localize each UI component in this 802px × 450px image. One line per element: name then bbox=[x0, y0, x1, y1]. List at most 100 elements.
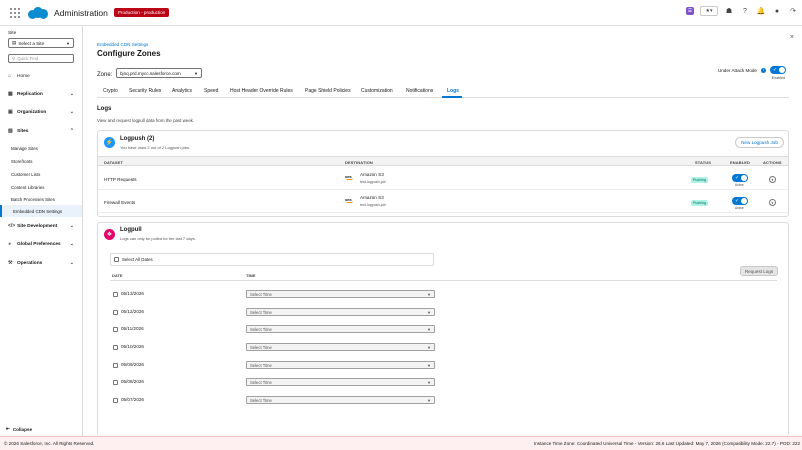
info-icon[interactable]: i bbox=[761, 68, 766, 73]
chevron-down-icon: ⌄ bbox=[69, 223, 74, 229]
notifications-icon[interactable]: 🔔 bbox=[756, 6, 766, 16]
tab-notifications[interactable]: Notifications bbox=[406, 88, 433, 94]
sidebar-item-batch-processes-sites[interactable]: Batch Processes Sites bbox=[0, 193, 82, 205]
logout-icon[interactable]: ↷ bbox=[788, 6, 798, 16]
row-actions-button[interactable]: ▼ bbox=[769, 176, 776, 183]
time-select[interactable]: Select Time ▼ bbox=[246, 308, 435, 316]
tab-host-header-override-rules[interactable]: Host Header Override Rules bbox=[230, 88, 293, 94]
collapse-icon: ⇤ bbox=[6, 426, 10, 431]
help-icon[interactable]: ? bbox=[740, 6, 750, 16]
tab-logs[interactable]: Logs bbox=[447, 88, 459, 94]
time-select[interactable]: Select Time ▼ bbox=[246, 378, 435, 386]
environment-badge: Production - production bbox=[113, 8, 170, 17]
enabled-toggle[interactable]: ✓ bbox=[732, 197, 748, 205]
date-checkbox[interactable] bbox=[113, 398, 118, 403]
column-header-actions: ACTIONS bbox=[763, 160, 782, 165]
trailhead-icon[interactable]: ☗ bbox=[724, 6, 734, 16]
sidebar-item-label: Embedded CDN Settings bbox=[13, 208, 63, 214]
date-checkbox[interactable] bbox=[113, 380, 118, 385]
app-name: Administration bbox=[54, 7, 108, 18]
enabled-label: Active bbox=[735, 206, 744, 210]
site-select[interactable]: ▤ Select a Site ▼ bbox=[8, 38, 74, 48]
sidebar-item-operations[interactable]: ⚒ Operations ⌄ bbox=[0, 257, 82, 269]
under-attack-mode-label: Under Attack Mode bbox=[717, 68, 757, 73]
row-actions-button[interactable]: ▼ bbox=[769, 199, 776, 206]
enabled-toggle[interactable]: ✓ bbox=[732, 174, 748, 182]
favorites-icon[interactable]: ★▾ bbox=[700, 6, 718, 16]
salesforce-cloud-logo bbox=[28, 6, 48, 20]
sidebar-item-label: Sites bbox=[17, 128, 29, 134]
table-row: Firewall Events aws Amazon S3 test-logpu… bbox=[98, 191, 788, 213]
zone-select[interactable]: bjnq.prd.mycc.salesforce.com ▼ bbox=[116, 68, 202, 78]
new-logpush-job-button[interactable]: New Logpush Job bbox=[735, 137, 784, 148]
date-checkbox[interactable] bbox=[113, 327, 118, 332]
request-logs-button[interactable]: Request Logs bbox=[740, 266, 778, 276]
sidebar-item-sites[interactable]: ▧ Sites ⌃ bbox=[0, 125, 82, 137]
date-checkbox[interactable] bbox=[113, 310, 118, 315]
logpull-title: Logpull bbox=[120, 227, 142, 233]
tab-crypto[interactable]: Crypto bbox=[103, 88, 118, 94]
tab-page-shield-policies[interactable]: Page Shield Policies bbox=[305, 88, 351, 94]
under-attack-mode-status: Enabled bbox=[771, 76, 785, 80]
time-select[interactable]: Select Time ▼ bbox=[246, 361, 435, 369]
logpush-card: ⚡ Logpush (2) You have used 2 out of 2 L… bbox=[97, 130, 789, 217]
chevron-down-icon: ⌄ bbox=[69, 109, 74, 115]
sidebar-item-label: Manage Sites bbox=[11, 145, 38, 151]
chevron-down-icon: ▼ bbox=[66, 40, 70, 46]
time-select[interactable]: Select Time ▼ bbox=[246, 343, 435, 351]
date-label: 05/09/2026 bbox=[121, 362, 144, 367]
close-icon[interactable]: × bbox=[790, 34, 794, 41]
time-select[interactable]: Select Time ▼ bbox=[246, 396, 435, 404]
chevron-down-icon: ▼ bbox=[427, 326, 431, 332]
breadcrumb[interactable]: Embedded CDN Settings bbox=[97, 42, 148, 47]
sidebar-item-global-preferences[interactable]: ◕ Global Preferences ⌄ bbox=[0, 238, 82, 250]
sidebar-item-organization[interactable]: ▣ Organization ⌄ bbox=[0, 106, 82, 118]
site-select-icon: ▤ bbox=[12, 40, 17, 45]
tab-security-rules[interactable]: Security Rules bbox=[129, 88, 161, 94]
date-label: 05/11/2026 bbox=[121, 326, 144, 331]
date-checkbox[interactable] bbox=[113, 345, 118, 350]
sidebar-item-manage-sites[interactable]: Manage Sites bbox=[0, 142, 82, 154]
table-row: HTTP Requests aws Amazon S3 test-logpush… bbox=[98, 168, 788, 190]
replication-icon: ▦ bbox=[8, 91, 13, 97]
organization-icon: ▣ bbox=[8, 109, 13, 115]
footer-copyright: © 2026 Salesforce, Inc. All Rights Reser… bbox=[4, 441, 95, 446]
tab-analytics[interactable]: Analytics bbox=[172, 88, 192, 94]
sidebar-item-site-development[interactable]: </> Site Development ⌄ bbox=[0, 220, 82, 232]
sidebar-item-label: Home bbox=[17, 73, 30, 79]
tab-speed[interactable]: Speed bbox=[204, 88, 218, 94]
under-attack-mode-toggle[interactable]: ✓ bbox=[770, 66, 786, 74]
select-all-checkbox[interactable] bbox=[114, 257, 119, 262]
column-header-status: STATUS bbox=[695, 160, 712, 165]
sidebar-item-home[interactable]: ⌂ Home bbox=[0, 70, 82, 82]
date-label: 05/13/2026 bbox=[121, 291, 144, 296]
sidebar-item-customer-lists[interactable]: Customer Lists bbox=[0, 168, 82, 180]
dataset-cell: HTTP Requests bbox=[104, 177, 137, 182]
chevron-down-icon: ▼ bbox=[427, 397, 431, 403]
logpull-card: ❖ Logpull Logs can only be pulled for th… bbox=[97, 222, 789, 436]
collapse-button[interactable]: ⇤ Collapse bbox=[6, 426, 32, 432]
setup-assistant-icon[interactable]: ☰ bbox=[686, 7, 694, 15]
sidebar-item-embedded-cdn-settings[interactable]: Embedded CDN Settings bbox=[0, 205, 82, 217]
tab-customization[interactable]: Customization bbox=[361, 88, 393, 94]
sidebar-item-storefronts[interactable]: Storefronts bbox=[0, 155, 82, 167]
chevron-down-icon: ⌄ bbox=[69, 241, 74, 247]
search-icon: ⚲ bbox=[12, 55, 16, 61]
sidebar-item-content-libraries[interactable]: Content Libraries bbox=[0, 181, 82, 193]
date-checkbox[interactable] bbox=[113, 292, 118, 297]
sidebar-item-replication[interactable]: ▦ Replication ⌄ bbox=[0, 88, 82, 100]
check-icon: ✓ bbox=[773, 67, 778, 73]
logs-heading: Logs bbox=[97, 106, 112, 112]
quick-find-input[interactable]: ⚲ Quick Find bbox=[8, 54, 74, 63]
chevron-down-icon: ⌄ bbox=[69, 260, 74, 266]
logpull-icon: ❖ bbox=[104, 229, 115, 240]
user-icon[interactable]: ● bbox=[772, 6, 782, 16]
date-checkbox[interactable] bbox=[113, 363, 118, 368]
time-select[interactable]: Select Time ▼ bbox=[246, 325, 435, 333]
sidebar-item-label: Batch Processes Sites bbox=[11, 196, 55, 202]
time-select-placeholder: Select Time bbox=[250, 379, 272, 385]
time-select[interactable]: Select Time ▼ bbox=[246, 290, 435, 298]
collapse-label: Collapse bbox=[12, 426, 33, 432]
time-select-placeholder: Select Time bbox=[250, 309, 272, 315]
app-launcher-icon[interactable] bbox=[10, 7, 20, 18]
